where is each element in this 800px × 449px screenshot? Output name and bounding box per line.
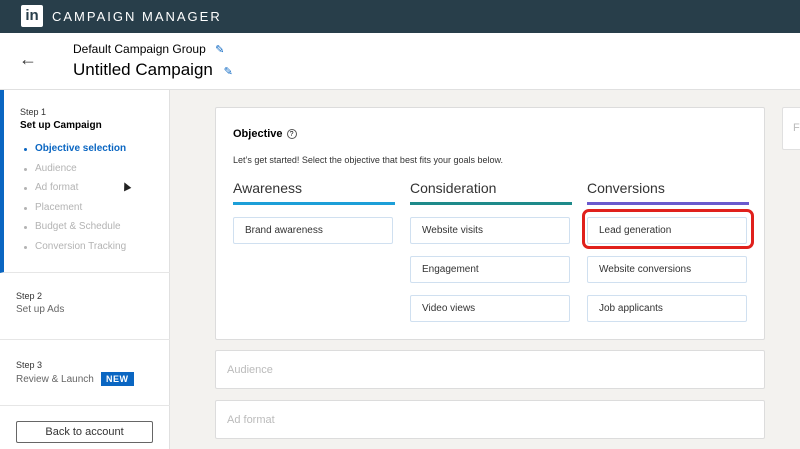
- help-icon[interactable]: ?: [286, 129, 297, 139]
- app-title: CAMPAIGN MANAGER: [52, 9, 222, 24]
- option-engagement[interactable]: Engagement: [410, 256, 570, 283]
- objective-intro: Let’s get started! Select the objective …: [233, 155, 503, 165]
- step-1-substeps: Objective selection Audience Ad format P…: [22, 141, 126, 259]
- column-header-consideration: Consideration: [410, 180, 572, 205]
- option-brand-awareness[interactable]: Brand awareness: [233, 217, 393, 244]
- back-to-account-button[interactable]: Back to account: [16, 421, 153, 443]
- lead-generation-highlight: [582, 209, 754, 249]
- linkedin-logo[interactable]: in: [21, 5, 43, 27]
- step-3-label: Step 3: [16, 360, 43, 370]
- audience-section-label: Audience: [227, 364, 273, 376]
- forecast-panel: F: [782, 107, 800, 150]
- campaign-group-name: Default Campaign Group ✎: [73, 42, 224, 56]
- step-1-label: Step 1: [20, 107, 47, 117]
- pencil-icon[interactable]: ✎: [224, 65, 233, 78]
- substep-ad-format[interactable]: Ad format: [22, 180, 126, 200]
- objective-title: Objective?: [233, 128, 297, 140]
- forecast-panel-label: F: [793, 122, 800, 134]
- pencil-icon[interactable]: ✎: [215, 43, 224, 56]
- ad-format-section[interactable]: Ad format: [215, 400, 765, 439]
- substep-budget-schedule[interactable]: Budget & Schedule: [22, 219, 126, 239]
- audience-section[interactable]: Audience: [215, 350, 765, 389]
- campaign-name-label: Untitled Campaign: [73, 60, 213, 79]
- step-1-title: Set up Campaign: [20, 120, 102, 131]
- column-header-conversions: Conversions: [587, 180, 749, 205]
- top-bar: in CAMPAIGN MANAGER: [0, 0, 800, 33]
- campaign-name: Untitled Campaign ✎: [73, 60, 233, 80]
- step-3-title: Review & Launch: [16, 374, 94, 385]
- campaign-group-label: Default Campaign Group: [73, 42, 206, 56]
- column-conversions: Conversions Lead generation Website conv…: [587, 180, 749, 322]
- option-job-applicants[interactable]: Job applicants: [587, 295, 747, 322]
- arrow-left-icon[interactable]: ←: [19, 49, 39, 69]
- step-3[interactable]: Step 3 Review & Launch NEW: [0, 340, 170, 406]
- column-awareness: Awareness Brand awareness: [233, 180, 395, 244]
- substep-conversion-tracking[interactable]: Conversion Tracking: [22, 239, 126, 259]
- step-2-title: Set up Ads: [16, 304, 65, 315]
- option-website-visits[interactable]: Website visits: [410, 217, 570, 244]
- objective-card: Objective? Let’s get started! Select the…: [215, 107, 765, 340]
- option-website-conversions[interactable]: Website conversions: [587, 256, 747, 283]
- column-header-awareness: Awareness: [233, 180, 395, 205]
- step-2[interactable]: Step 2 Set up Ads: [0, 273, 170, 340]
- step-2-label: Step 2: [16, 291, 43, 301]
- new-badge: NEW: [101, 372, 134, 386]
- steps-sidebar: Step 1 Set up Campaign Objective selecti…: [0, 90, 170, 449]
- substep-objective-selection[interactable]: Objective selection: [22, 141, 126, 161]
- column-consideration: Consideration Website visits Engagement …: [410, 180, 572, 322]
- substep-placement[interactable]: Placement: [22, 200, 126, 220]
- substep-audience[interactable]: Audience: [22, 161, 126, 181]
- option-video-views[interactable]: Video views: [410, 295, 570, 322]
- objective-title-label: Objective: [233, 128, 283, 140]
- ad-format-section-label: Ad format: [227, 414, 275, 426]
- step-1[interactable]: Step 1 Set up Campaign Objective selecti…: [0, 90, 170, 273]
- campaign-header: ← Default Campaign Group ✎ Untitled Camp…: [0, 33, 800, 90]
